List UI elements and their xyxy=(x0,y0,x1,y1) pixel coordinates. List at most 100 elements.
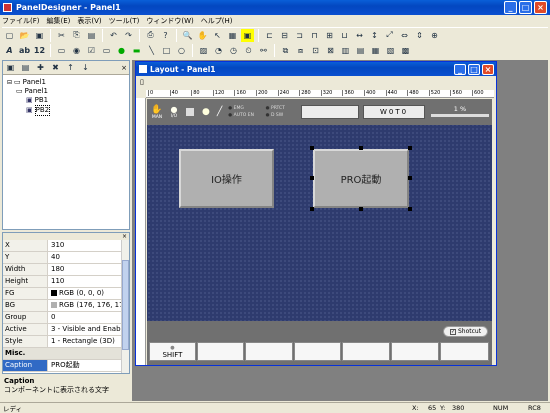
select-icon[interactable]: ↖ xyxy=(211,29,224,42)
timer-tool-icon[interactable]: ⏲ xyxy=(242,44,255,57)
image-tool-icon[interactable]: ▨ xyxy=(197,44,210,57)
f-button-2[interactable] xyxy=(244,342,293,361)
tree-view-icon[interactable]: ▣ xyxy=(4,61,17,74)
back-icon[interactable]: ⧈ xyxy=(294,44,307,57)
tree-up-icon[interactable]: ↑ xyxy=(64,61,77,74)
layout-icon[interactable]: ▦ xyxy=(369,44,382,57)
tree-down-icon[interactable]: ↓ xyxy=(79,61,92,74)
label-tool-icon[interactable]: ab xyxy=(18,44,31,57)
save-icon[interactable]: ▣ xyxy=(33,29,46,42)
open-icon[interactable]: 📂 xyxy=(18,29,31,42)
front-icon[interactable]: ⧉ xyxy=(279,44,292,57)
check-tool-icon[interactable]: ☑ xyxy=(85,44,98,57)
space-v-icon[interactable]: ⇕ xyxy=(413,29,426,42)
link-tool-icon[interactable]: ⚯ xyxy=(257,44,270,57)
menu-view[interactable]: 表示(V) xyxy=(77,16,101,26)
prop-row[interactable]: FG RGB (0, 0, 0) xyxy=(3,288,129,300)
pb1-button[interactable]: IO操作 xyxy=(179,149,274,208)
snap-icon[interactable]: ▣ xyxy=(241,28,254,42)
props-icon[interactable]: ▤ xyxy=(354,44,367,57)
same-height-icon[interactable]: ↕ xyxy=(368,29,381,42)
new-icon[interactable]: ▢ xyxy=(3,29,16,42)
text-tool-icon[interactable]: A xyxy=(3,44,16,57)
align-middle-icon[interactable]: ⊞ xyxy=(323,29,336,42)
tree-list-icon[interactable]: ▤ xyxy=(19,61,32,74)
paste-icon[interactable]: ▤ xyxy=(85,29,98,42)
prop-row[interactable]: Height 110 xyxy=(3,276,129,288)
rect-tool-icon[interactable]: □ xyxy=(160,44,173,57)
line-tool-icon[interactable]: ╲ xyxy=(145,44,158,57)
same-size-icon[interactable]: ⤢ xyxy=(383,29,396,42)
menu-window[interactable]: ウィンドウ(W) xyxy=(146,16,193,26)
zoom-icon[interactable]: 🔍 xyxy=(181,29,194,42)
layout-minimize-icon[interactable]: _ xyxy=(454,63,466,75)
f-button-4[interactable] xyxy=(342,342,391,361)
f-button-6[interactable] xyxy=(440,342,490,361)
copy-icon[interactable]: ⎘ xyxy=(70,29,83,42)
grid-icon[interactable]: ▦ xyxy=(226,29,239,42)
shift-button[interactable]: ● SHIFT xyxy=(149,342,196,361)
gauge-tool-icon[interactable]: ◷ xyxy=(227,44,240,57)
maximize-icon[interactable]: □ xyxy=(519,1,532,14)
align-right-icon[interactable]: ⊐ xyxy=(293,29,306,42)
design-canvas[interactable]: ✋ MAN ● I/O ● ╱ ● EMG ● PRTCT ● AUTO EN ● D … xyxy=(147,99,492,365)
align-bottom-icon[interactable]: ⊔ xyxy=(338,29,351,42)
prop-row[interactable]: Y 40 xyxy=(3,252,129,264)
number-tool-icon[interactable]: 12 xyxy=(33,44,46,57)
ellipse-tool-icon[interactable]: ○ xyxy=(175,44,188,57)
props-close-icon[interactable]: × xyxy=(122,233,127,240)
space-h-icon[interactable]: ⇔ xyxy=(398,29,411,42)
tree-item-pb2[interactable]: ▣ PB2 xyxy=(7,105,125,116)
shotcut-button[interactable]: ✓ Shotcut xyxy=(443,326,488,337)
option-tool-icon[interactable]: ◉ xyxy=(70,44,83,57)
tree-root[interactable]: ⊟ ▭ Panel1 xyxy=(7,78,125,87)
center-icon[interactable]: ⊕ xyxy=(428,29,441,42)
layout-close-icon[interactable]: × xyxy=(482,63,494,75)
hand-icon[interactable]: ✋ xyxy=(196,29,209,42)
prop-row[interactable]: X 310 xyxy=(3,240,129,252)
group-icon[interactable]: ⊡ xyxy=(309,44,322,57)
undo-icon[interactable]: ↶ xyxy=(107,29,120,42)
layout-maximize-icon[interactable]: □ xyxy=(468,63,480,75)
doc-icon[interactable]: ▯ xyxy=(140,78,144,86)
tree-panel-node[interactable]: ▭ Panel1 xyxy=(7,87,125,96)
lock-icon[interactable]: ▥ xyxy=(339,44,352,57)
menu-file[interactable]: ファイル(F) xyxy=(2,16,40,26)
menu-edit[interactable]: 編集(E) xyxy=(47,16,71,26)
prop-row[interactable]: BG RGB (176, 176, 176) xyxy=(3,300,129,312)
prop-row[interactable]: Style 1 - Rectangle (3D) xyxy=(3,336,129,348)
shotcut-check[interactable]: ✓ xyxy=(449,328,456,335)
props-scrollbar[interactable] xyxy=(121,240,129,373)
tree-collapse-icon[interactable]: ⊟ xyxy=(7,78,12,87)
panel-tool-icon[interactable]: ▭ xyxy=(55,44,68,57)
ungroup-icon[interactable]: ⊠ xyxy=(324,44,337,57)
menu-help[interactable]: ヘルプ(H) xyxy=(201,16,233,26)
align-left-icon[interactable]: ⊏ xyxy=(263,29,276,42)
same-width-icon[interactable]: ↔ xyxy=(353,29,366,42)
prop-caption[interactable]: Caption PRO起動 xyxy=(3,360,129,372)
tree-item-pb1[interactable]: ▣ PB1 xyxy=(7,96,125,105)
f-button-5[interactable] xyxy=(391,342,440,361)
menu-tools[interactable]: ツール(T) xyxy=(109,16,140,26)
prop-row[interactable]: Group 0 xyxy=(3,312,129,324)
f-button-3[interactable] xyxy=(293,342,342,361)
button-tool-icon[interactable]: ▭ xyxy=(100,44,113,57)
help-icon[interactable]: ? xyxy=(159,29,172,42)
lamp-tool-icon[interactable]: ● xyxy=(115,44,128,57)
cut-icon[interactable]: ✂ xyxy=(55,29,68,42)
tree-add-icon[interactable]: ✚ xyxy=(34,61,47,74)
print-icon[interactable]: ⎙ xyxy=(144,29,157,42)
prop-row[interactable]: Active 3 - Visible and Enabled xyxy=(3,324,129,336)
test-icon[interactable]: ▩ xyxy=(399,44,412,57)
redo-icon[interactable]: ↷ xyxy=(122,29,135,42)
prop-row[interactable]: Width 180 xyxy=(3,264,129,276)
meter-tool-icon[interactable]: ◔ xyxy=(212,44,225,57)
align-top-icon[interactable]: ⊓ xyxy=(308,29,321,42)
f-button-1[interactable] xyxy=(196,342,244,361)
align-center-icon[interactable]: ⊟ xyxy=(278,29,291,42)
minimize-icon[interactable]: _ xyxy=(504,1,517,14)
close-icon[interactable]: × xyxy=(534,1,547,14)
view-icon[interactable]: ▧ xyxy=(384,44,397,57)
led-tool-icon[interactable]: ▬ xyxy=(130,44,143,57)
selection-handles[interactable] xyxy=(310,146,412,211)
